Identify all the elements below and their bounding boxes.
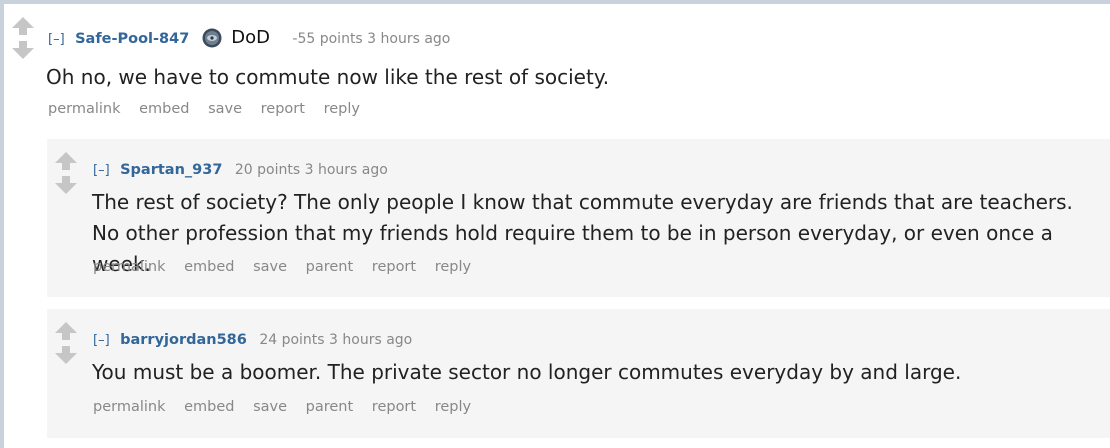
parent-link[interactable]: parent [306, 399, 354, 415]
save-link[interactable]: save [253, 259, 287, 275]
reply-link[interactable]: reply [324, 101, 360, 117]
comment-actions: permalink embed save report reply [48, 101, 374, 117]
comment-body: You must be a boomer. The private sector… [92, 360, 962, 384]
author-link[interactable]: barryjordan586 [120, 332, 247, 348]
permalink-link[interactable]: permalink [93, 399, 166, 415]
save-link[interactable]: save [253, 399, 287, 415]
collapse-toggle[interactable]: [–] [93, 333, 110, 348]
comment-thread: [–] Safe-Pool-847 DoD -55 points 3 hours… [0, 0, 1110, 448]
user-flair: DoD [231, 27, 270, 48]
score-and-time: 24 points 3 hours ago [259, 332, 413, 348]
comment-tagline: [–] Spartan_937 20 points 3 hours ago [93, 161, 388, 180]
dod-seal-icon [202, 28, 222, 48]
downvote-arrow-icon[interactable] [53, 175, 79, 195]
upvote-arrow-icon[interactable] [53, 151, 79, 171]
permalink-link[interactable]: permalink [93, 259, 166, 275]
comment-actions: permalink embed save parent report reply [93, 259, 485, 275]
downvote-arrow-icon[interactable] [53, 345, 79, 365]
score-and-time: -55 points 3 hours ago [292, 31, 451, 47]
parent-link[interactable]: parent [306, 259, 354, 275]
comment-tagline: [–] Safe-Pool-847 DoD -55 points 3 hours… [48, 28, 450, 49]
comment-tagline: [–] barryjordan586 24 points 3 hours ago [93, 331, 412, 350]
report-link[interactable]: report [372, 399, 416, 415]
comment-actions: permalink embed save parent report reply [93, 399, 485, 415]
comment-barryjordan586: [–] barryjordan586 24 points 3 hours ago… [47, 309, 1110, 438]
downvote-arrow-icon[interactable] [10, 40, 36, 60]
save-link[interactable]: save [208, 101, 242, 117]
embed-link[interactable]: embed [139, 101, 189, 117]
embed-link[interactable]: embed [184, 259, 234, 275]
reply-link[interactable]: reply [435, 399, 471, 415]
permalink-link[interactable]: permalink [48, 101, 121, 117]
collapse-toggle[interactable]: [–] [93, 163, 110, 178]
author-link[interactable]: Safe-Pool-847 [75, 31, 189, 47]
comment-spartan-937: [–] Spartan_937 20 points 3 hours ago Th… [47, 139, 1110, 297]
report-link[interactable]: report [372, 259, 416, 275]
report-link[interactable]: report [261, 101, 305, 117]
collapse-toggle[interactable]: [–] [48, 32, 65, 47]
score-and-time: 20 points 3 hours ago [234, 162, 388, 178]
comment-body: Oh no, we have to commute now like the r… [46, 65, 610, 89]
upvote-arrow-icon[interactable] [10, 16, 36, 36]
author-link[interactable]: Spartan_937 [120, 162, 222, 178]
upvote-arrow-icon[interactable] [53, 321, 79, 341]
reply-link[interactable]: reply [435, 259, 471, 275]
embed-link[interactable]: embed [184, 399, 234, 415]
